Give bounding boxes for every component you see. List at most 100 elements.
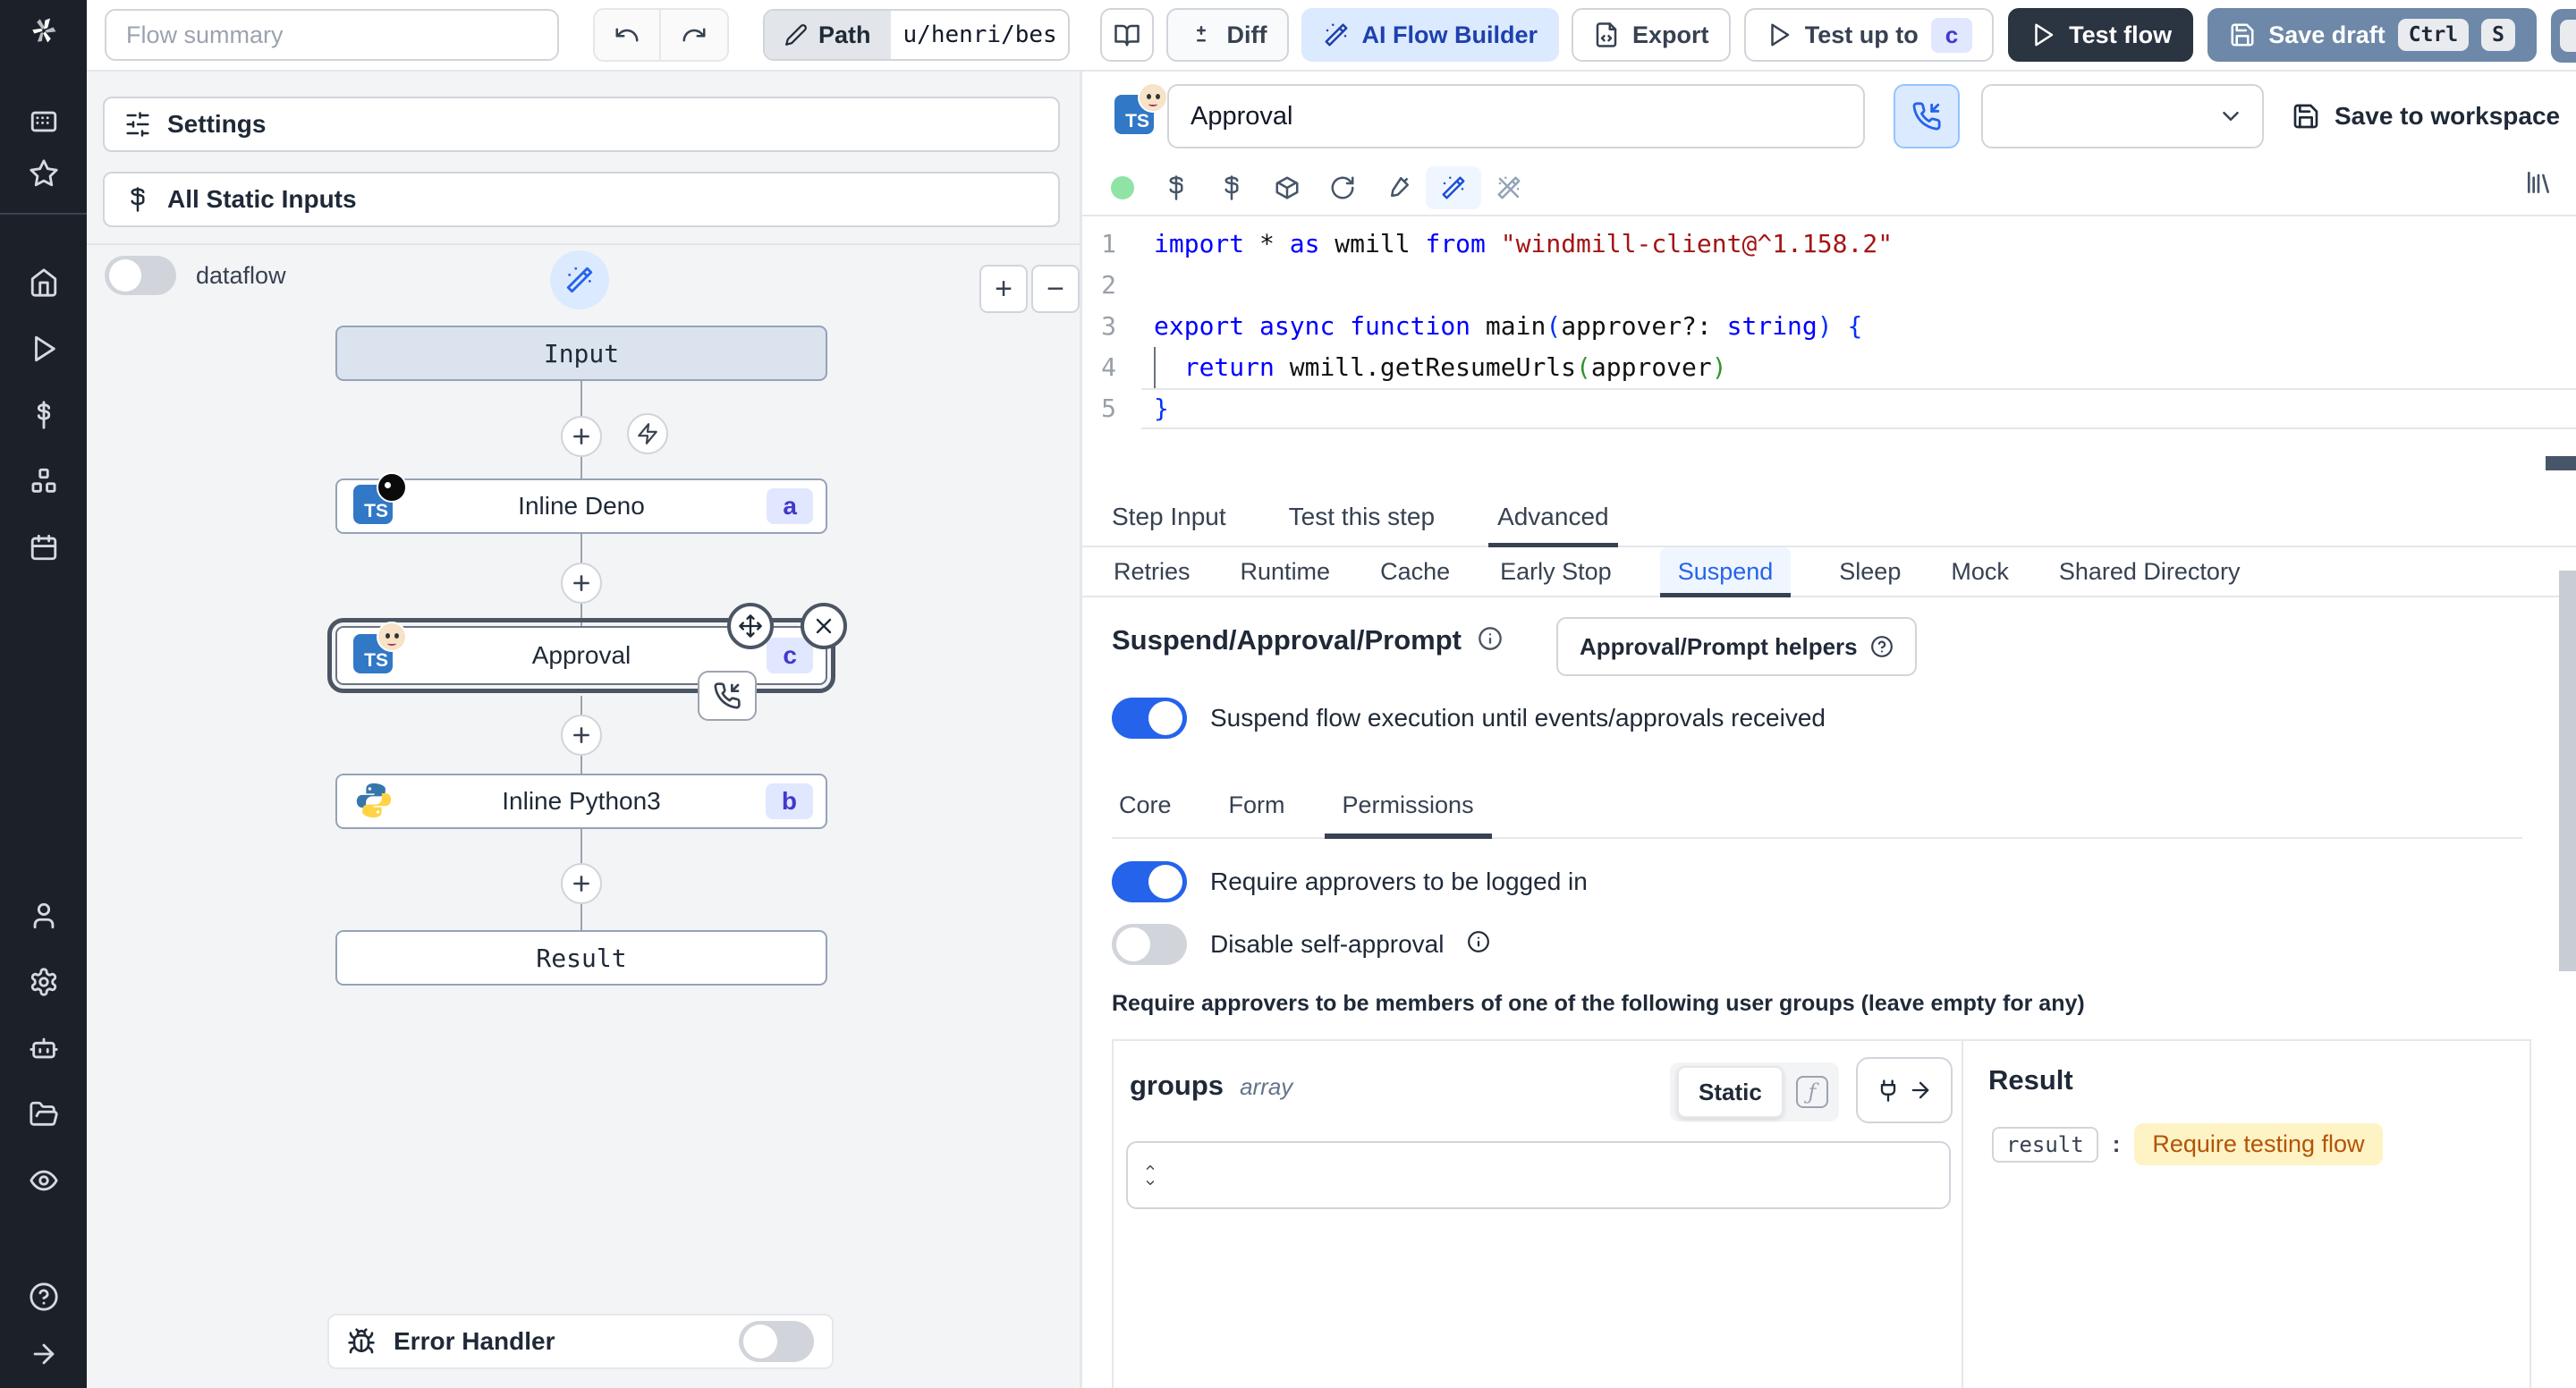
wand-icon xyxy=(1325,23,1347,47)
step-dropdown[interactable] xyxy=(1981,84,2264,148)
expand-sidebar-icon[interactable] xyxy=(26,1336,62,1372)
insert-step-button-2[interactable] xyxy=(561,563,602,604)
home-icon[interactable] xyxy=(26,265,62,300)
format-brush-button[interactable] xyxy=(1370,166,1426,209)
result-preview: Result result : Require testing flow xyxy=(1963,1041,2529,1388)
test-up-to-button[interactable]: Test up to c xyxy=(1743,8,1995,62)
tab-early-stop[interactable]: Early Stop xyxy=(1498,547,1614,596)
ai-flow-builder-button[interactable]: AI Flow Builder xyxy=(1301,8,1560,62)
add-variable-button[interactable] xyxy=(1148,166,1204,209)
flow-result-node[interactable]: Result xyxy=(335,930,827,986)
tab-shared-directory[interactable]: Shared Directory xyxy=(2057,547,2242,596)
undo-button[interactable] xyxy=(595,10,661,60)
variables-icon[interactable] xyxy=(26,397,62,433)
step-node-deno[interactable]: TS Inline Deno a xyxy=(335,472,827,534)
docs-button[interactable] xyxy=(1099,8,1154,62)
tab-mock[interactable]: Mock xyxy=(1949,547,2011,596)
ai-assistant-button[interactable] xyxy=(1426,166,1481,209)
ai-off-button[interactable] xyxy=(1481,166,1537,209)
tab-retries[interactable]: Retries xyxy=(1112,547,1192,596)
save-draft-button[interactable]: Save draft Ctrl S xyxy=(2207,8,2537,62)
insert-step-button-3[interactable] xyxy=(561,715,602,756)
result-key-chip[interactable]: result xyxy=(1992,1126,2098,1163)
export-button[interactable]: Export xyxy=(1572,8,1731,62)
save-to-workspace-button[interactable]: Save to workspace xyxy=(2292,84,2560,148)
code-editor[interactable]: 1 import * as wmill from "windmill-client… xyxy=(1082,215,2576,488)
schedules-icon[interactable] xyxy=(26,529,62,565)
error-handler-toggle[interactable] xyxy=(739,1321,814,1362)
zoom-out-button[interactable]: − xyxy=(1031,265,1080,313)
library-icon[interactable] xyxy=(2524,168,2553,201)
apps-icon[interactable] xyxy=(26,104,62,140)
editor-status-dot xyxy=(1111,176,1134,199)
favorites-star-icon[interactable] xyxy=(26,156,62,191)
audit-logs-eye-icon[interactable] xyxy=(26,1163,62,1198)
delete-step-button[interactable] xyxy=(801,603,847,649)
insert-step-button-1[interactable] xyxy=(561,416,602,457)
expand-collapse-icon[interactable] xyxy=(1142,1162,1158,1189)
insert-step-button-4[interactable] xyxy=(561,863,602,904)
help-icon[interactable] xyxy=(26,1279,62,1315)
runs-icon[interactable] xyxy=(26,331,62,367)
tab-permissions[interactable]: Permissions xyxy=(1324,773,1492,839)
suspend-heading: Suspend/Approval/Prompt xyxy=(1112,624,1462,656)
groups-hint-text: Require approvers to be members of one o… xyxy=(1112,991,2085,1016)
tab-cache[interactable]: Cache xyxy=(1378,547,1452,596)
info-icon[interactable] xyxy=(1478,626,1503,656)
redo-button[interactable] xyxy=(661,10,727,60)
flow-settings-button[interactable]: Settings xyxy=(103,97,1060,152)
dataflow-toggle[interactable] xyxy=(105,256,176,295)
folders-icon[interactable] xyxy=(26,1096,62,1132)
expression-mode-button[interactable]: ƒ xyxy=(1792,1072,1832,1112)
approval-kind-button[interactable] xyxy=(1894,84,1960,148)
tab-step-input[interactable]: Step Input xyxy=(1112,488,1226,546)
tab-form[interactable]: Form xyxy=(1229,773,1285,837)
tab-core[interactable]: Core xyxy=(1119,773,1172,837)
path-button[interactable]: Path u/henri/bes xyxy=(763,9,1070,61)
workers-robot-icon[interactable] xyxy=(26,1030,62,1066)
suspend-enable-toggle[interactable] xyxy=(1112,698,1187,739)
move-step-button[interactable] xyxy=(727,603,774,649)
step-name-input[interactable] xyxy=(1167,84,1865,148)
suspend-inner-tabs: Core Form Permissions xyxy=(1112,773,2522,839)
disable-self-approval-label: Disable self-approval xyxy=(1210,930,1445,958)
static-mode-button[interactable]: Static xyxy=(1677,1066,1784,1118)
ai-step-wand-button[interactable] xyxy=(550,250,609,309)
connect-input-button[interactable] xyxy=(1856,1057,1953,1123)
tab-sleep[interactable]: Sleep xyxy=(1837,547,1902,596)
require-login-toggle[interactable] xyxy=(1112,861,1187,902)
suspend-settings: Suspend/Approval/Prompt Approval/Prompt … xyxy=(1082,597,2576,1388)
trigger-step-button[interactable] xyxy=(627,413,668,454)
diff-button[interactable]: Diff xyxy=(1165,8,1289,62)
step-tabs: Step Input Test this step Advanced xyxy=(1082,488,2576,547)
test-flow-button[interactable]: Test flow xyxy=(2008,8,2194,62)
disable-self-approval-toggle[interactable] xyxy=(1112,924,1187,965)
error-handler-row[interactable]: Error Handler xyxy=(327,1314,834,1369)
step-id-badge: b xyxy=(765,783,813,819)
all-static-inputs-button[interactable]: All Static Inputs xyxy=(103,172,1060,227)
windmill-logo-icon[interactable] xyxy=(26,13,62,48)
info-icon[interactable] xyxy=(1467,930,1490,960)
reload-button[interactable] xyxy=(1315,166,1370,209)
users-icon[interactable] xyxy=(26,898,62,934)
groups-array-input[interactable] xyxy=(1126,1141,1951,1209)
flow-input-node[interactable]: Input xyxy=(335,326,827,381)
tab-advanced[interactable]: Advanced xyxy=(1488,488,1618,547)
tab-suspend[interactable]: Suspend xyxy=(1659,547,1792,597)
package-button[interactable] xyxy=(1259,166,1315,209)
tab-runtime[interactable]: Runtime xyxy=(1239,547,1333,596)
approval-phone-badge xyxy=(698,671,757,721)
resources-icon[interactable] xyxy=(26,463,62,499)
add-resource-button[interactable] xyxy=(1204,166,1259,209)
s-keychip: S xyxy=(2481,19,2515,51)
sliders-icon xyxy=(126,112,149,137)
scrollbar-thumb[interactable] xyxy=(2559,571,2576,971)
settings-gear-icon[interactable] xyxy=(26,964,62,1000)
flow-summary-input[interactable] xyxy=(105,9,559,61)
zoom-in-button[interactable]: + xyxy=(979,265,1028,313)
approval-prompt-helpers-button[interactable]: Approval/Prompt helpers xyxy=(1556,617,1917,676)
tab-test-this-step[interactable]: Test this step xyxy=(1289,488,1435,546)
deploy-button-partial[interactable] xyxy=(2551,9,2576,63)
step-id-badge: a xyxy=(767,488,813,524)
step-node-python[interactable]: Inline Python3 b xyxy=(335,774,827,829)
